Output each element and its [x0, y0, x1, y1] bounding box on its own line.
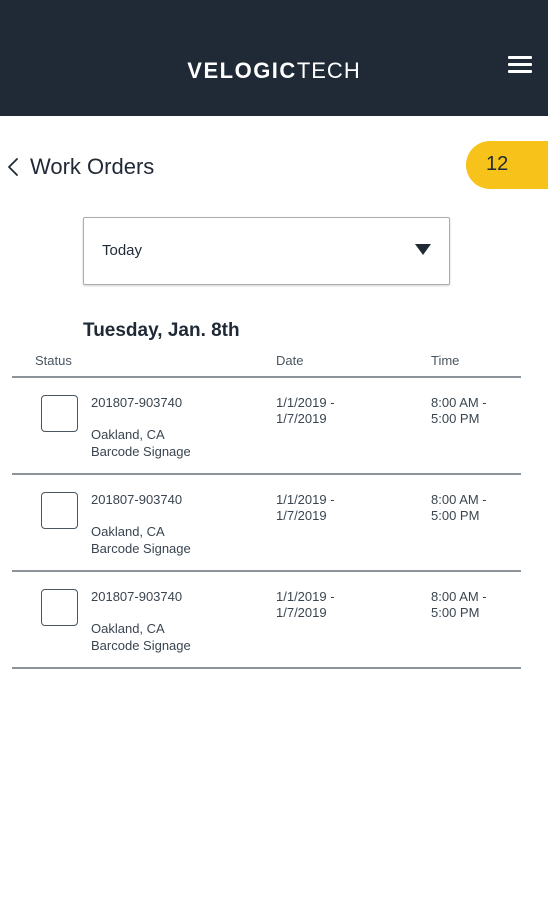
row-divider [12, 667, 521, 669]
dropdown-selected-value: Today [102, 242, 143, 259]
caret-down-icon [415, 244, 431, 255]
column-header-time: Time [431, 353, 460, 368]
menu-bar [508, 56, 532, 59]
date-end: 1/7/2019 [276, 508, 327, 523]
order-type: Barcode Signage [91, 541, 191, 556]
date-start: 1/1/2019 - [276, 395, 335, 410]
menu-bar [508, 63, 532, 66]
logo-light-text: TECH [296, 58, 361, 83]
time-start: 8:00 AM - [431, 395, 487, 410]
order-id: 201807-903740 [91, 395, 183, 410]
order-type: Barcode Signage [91, 638, 191, 653]
top-bar: VELOGICTECH [0, 0, 548, 116]
order-location: Oakland, CA [91, 427, 165, 442]
status-checkbox[interactable] [41, 492, 78, 529]
order-type: Barcode Signage [91, 444, 191, 459]
hamburger-menu-icon[interactable] [508, 56, 532, 76]
date-start: 1/1/2019 - [276, 589, 335, 604]
menu-bar [508, 70, 532, 73]
chevron-left-icon[interactable] [6, 154, 26, 180]
time-end: 5:00 PM [431, 411, 480, 426]
column-header-status: Status [35, 353, 72, 368]
work-order-row[interactable]: 201807-903740 Oakland, CA Barcode Signag… [12, 572, 521, 669]
date-end: 1/7/2019 [276, 605, 327, 620]
time-end: 5:00 PM [431, 605, 480, 620]
column-header-date: Date [276, 353, 304, 368]
status-checkbox[interactable] [41, 395, 78, 432]
day-heading: Tuesday, Jan. 8th [83, 320, 240, 341]
order-location: Oakland, CA [91, 524, 165, 539]
order-id: 201807-903740 [91, 492, 183, 507]
date-filter-dropdown[interactable]: Today [83, 217, 450, 285]
date-end: 1/7/2019 [276, 411, 327, 426]
time-start: 8:00 AM - [431, 589, 487, 604]
order-id: 201807-903740 [91, 589, 183, 604]
time-start: 8:00 AM - [431, 492, 487, 507]
order-location: Oakland, CA [91, 621, 165, 636]
time-end: 5:00 PM [431, 508, 480, 523]
page-title: Work Orders [30, 154, 155, 179]
work-order-count-badge[interactable]: 12 [466, 141, 548, 189]
date-start: 1/1/2019 - [276, 492, 335, 507]
status-checkbox[interactable] [41, 589, 78, 626]
app-logo: VELOGICTECH [0, 58, 548, 84]
work-order-row[interactable]: 201807-903740 Oakland, CA Barcode Signag… [12, 378, 521, 475]
work-order-row[interactable]: 201807-903740 Oakland, CA Barcode Signag… [12, 475, 521, 572]
logo-bold-text: VELOGIC [187, 58, 297, 83]
